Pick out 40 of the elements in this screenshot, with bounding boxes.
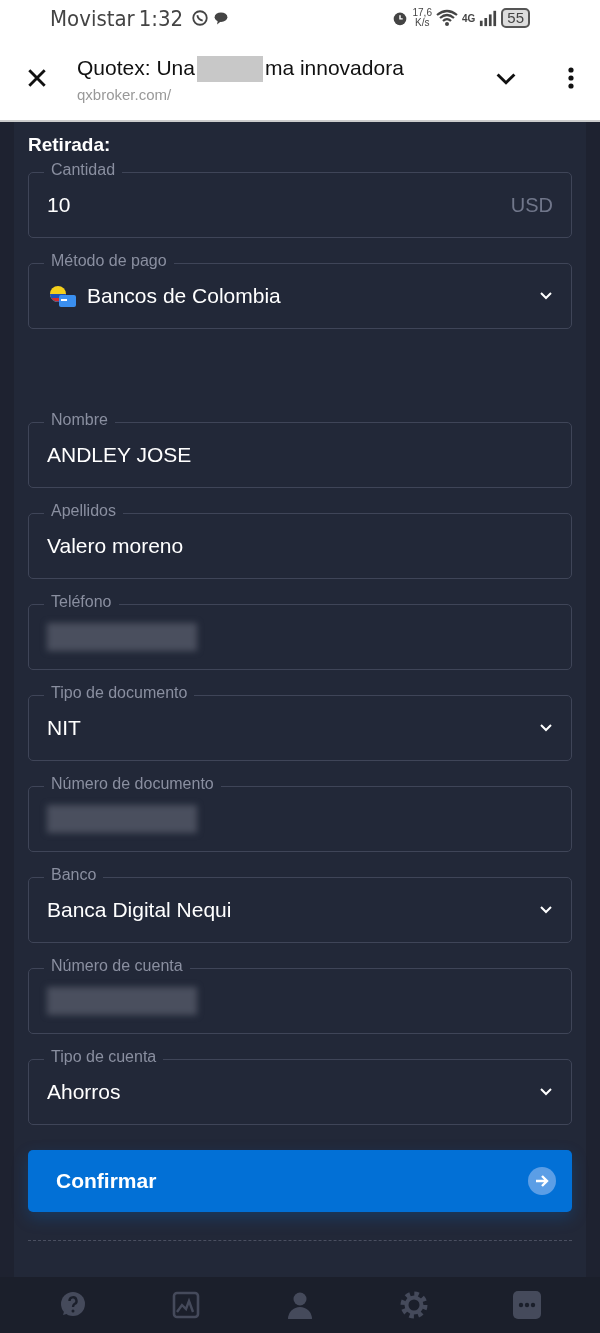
- arrow-right-icon: [528, 1167, 556, 1195]
- carrier-name: Movistar: [50, 5, 135, 31]
- field-value: Valero moreno: [47, 534, 184, 558]
- battery-level: 55: [501, 8, 530, 28]
- settings-icon[interactable]: [399, 1291, 428, 1319]
- field-value: ANDLEY JOSE: [47, 443, 192, 467]
- chevron-down-icon: [539, 1087, 553, 1097]
- section-title: Retirada:: [28, 134, 112, 156]
- chart-icon[interactable]: [172, 1291, 201, 1319]
- chevron-down-icon: [539, 291, 553, 301]
- whatsapp-icon: [191, 9, 210, 27]
- page-title: ma innovadora: [264, 56, 404, 81]
- currency-suffix: USD: [510, 193, 553, 217]
- field-label: Tipo de documento: [44, 684, 195, 702]
- signal-icon: [479, 9, 498, 27]
- wifi-icon: [435, 9, 458, 27]
- field-label: Apellidos: [44, 502, 123, 520]
- network-speed: 17,6 K/s: [412, 8, 432, 28]
- clock-time: 1:32: [138, 5, 184, 31]
- menu-icon[interactable]: [568, 67, 574, 89]
- user-icon[interactable]: [286, 1291, 314, 1319]
- field-value: Ahorros: [47, 1080, 121, 1104]
- confirm-button[interactable]: Confirmar: [28, 1150, 572, 1212]
- field-value: Banca Digital Nequi: [47, 898, 232, 922]
- network-type: 4G: [461, 12, 476, 24]
- bank-card-flag-icon: [47, 284, 77, 308]
- chat-bubble-icon: [213, 10, 230, 26]
- chevron-down-icon: [539, 723, 553, 733]
- page-title: Quotex: Una: [77, 56, 195, 81]
- field-label: Método de pago: [44, 252, 174, 270]
- help-icon[interactable]: [58, 1291, 87, 1319]
- redacted-text: [196, 56, 263, 82]
- more-icon[interactable]: [513, 1291, 542, 1319]
- chevron-down-icon: [539, 905, 553, 915]
- field-value: 10: [47, 193, 71, 217]
- close-icon[interactable]: [26, 67, 48, 89]
- field-label: Tipo de cuenta: [44, 1048, 164, 1066]
- field-value: Bancos de Colombia: [87, 284, 281, 308]
- field-value: NIT: [47, 716, 81, 740]
- page-url: qxbroker.com/: [77, 86, 172, 103]
